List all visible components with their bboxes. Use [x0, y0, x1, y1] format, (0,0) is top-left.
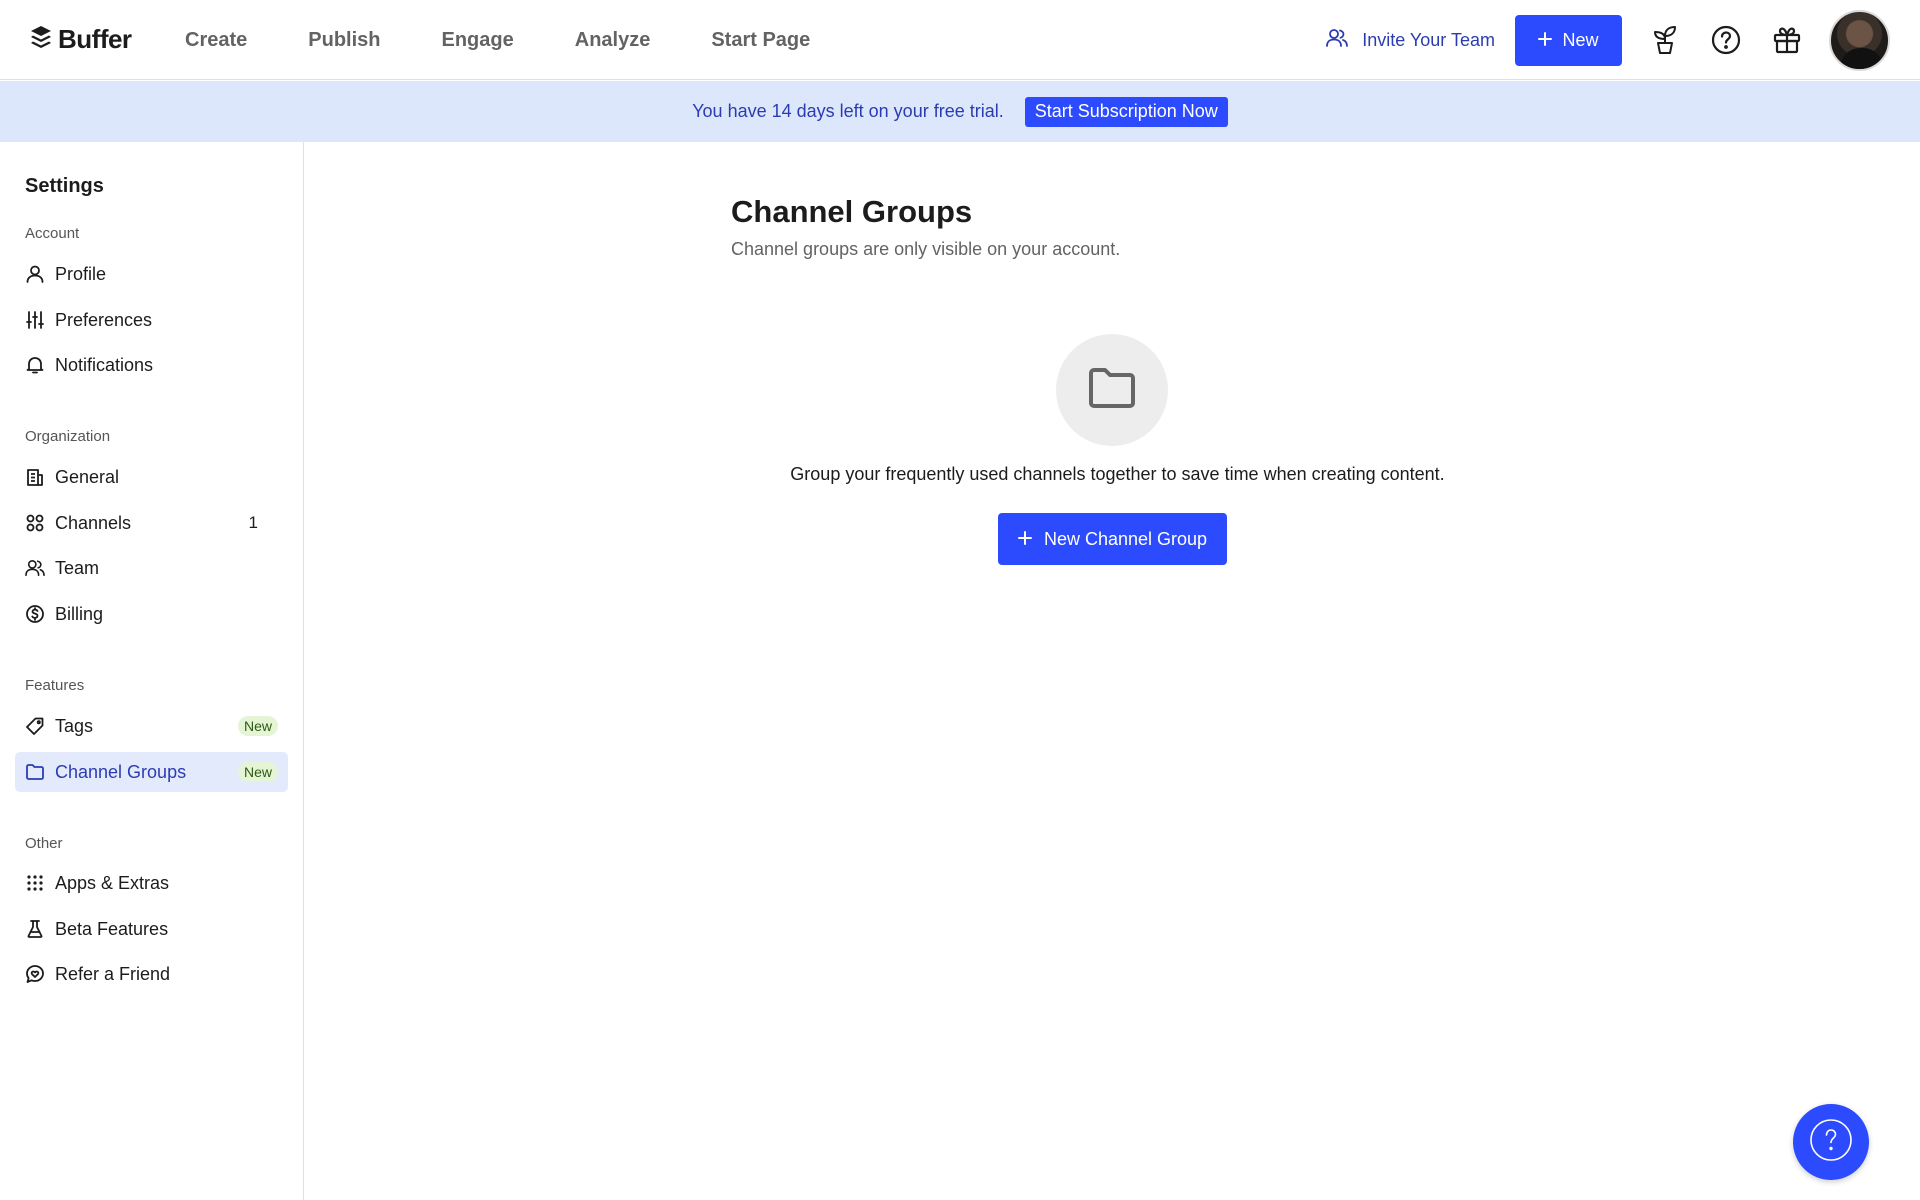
new-channel-group-label: New Channel Group — [1043, 528, 1208, 549]
sidebar-item-team[interactable]: Team — [15, 548, 288, 588]
sidebar-title: Settings — [25, 175, 104, 197]
main-content: Channel Groups Channel groups are only v… — [305, 142, 1920, 1200]
nav-start-page[interactable]: Start Page — [711, 29, 810, 52]
buffer-logo-text: Buffer — [58, 24, 132, 54]
section-organization: Organization — [25, 428, 111, 445]
sliders-icon — [25, 310, 45, 330]
user-icon — [25, 264, 45, 284]
grid-circles-icon — [25, 513, 45, 533]
sidebar-item-label: Profile — [55, 263, 107, 284]
building-icon — [25, 467, 45, 487]
sidebar-item-tags[interactable]: Tags New — [15, 706, 288, 746]
sidebar-item-general[interactable]: General — [15, 457, 288, 497]
help-icon[interactable] — [1707, 21, 1745, 59]
channels-count: 1 — [248, 513, 258, 532]
trial-banner-text: You have 14 days left on your free trial… — [692, 101, 1004, 121]
sidebar-item-preferences[interactable]: Preferences — [15, 300, 288, 340]
buffer-logo-icon — [30, 25, 52, 54]
sidebar-item-label: Notifications — [55, 354, 154, 375]
sidebar-item-label: Channels — [55, 512, 132, 533]
nav-analyze[interactable]: Analyze — [575, 29, 651, 52]
nav-engage[interactable]: Engage — [442, 29, 514, 52]
page-subtitle: Channel groups are only visible on your … — [731, 239, 1121, 259]
sidebar-item-label: Refer a Friend — [55, 963, 171, 984]
plus-icon — [1017, 529, 1032, 550]
bell-icon — [25, 355, 45, 375]
settings-sidebar: Settings Account Profile Preferences Not… — [0, 142, 304, 1200]
sidebar-item-label: General — [55, 466, 120, 487]
section-account: Account — [25, 225, 80, 242]
sidebar-item-billing[interactable]: Billing — [15, 594, 288, 634]
tag-icon — [25, 716, 45, 736]
section-other: Other — [25, 835, 63, 852]
new-channel-group-button[interactable]: New Channel Group — [998, 513, 1227, 565]
sidebar-item-apps-extras[interactable]: Apps & Extras — [15, 863, 288, 903]
nav-actions: Invite Your Team New — [1326, 0, 1890, 80]
buffer-logo[interactable]: Buffer — [30, 24, 132, 55]
empty-state-illustration — [1056, 334, 1168, 446]
primary-nav: Create Publish Engage Analyze Start Page — [185, 0, 871, 80]
sidebar-item-label: Billing — [55, 603, 104, 624]
new-badge: New — [237, 762, 278, 782]
sidebar-item-channel-groups[interactable]: Channel Groups New — [15, 752, 288, 792]
help-chat-button[interactable] — [1793, 1104, 1869, 1180]
question-icon — [1809, 1118, 1853, 1167]
sidebar-item-label: Preferences — [55, 309, 153, 330]
new-button[interactable]: New — [1515, 14, 1622, 66]
invite-team-label: Invite Your Team — [1362, 29, 1495, 50]
gift-icon[interactable] — [1768, 21, 1806, 59]
nav-publish[interactable]: Publish — [308, 29, 380, 52]
start-subscription-button[interactable]: Start Subscription Now — [1024, 96, 1228, 127]
new-badge: New — [237, 716, 278, 736]
new-button-label: New — [1562, 29, 1599, 50]
plant-icon[interactable] — [1646, 21, 1684, 59]
plus-icon — [1538, 30, 1553, 51]
sidebar-item-label: Tags — [55, 715, 94, 736]
sidebar-item-refer-friend[interactable]: Refer a Friend — [15, 954, 288, 994]
folder-icon — [25, 762, 45, 782]
nav-create[interactable]: Create — [185, 29, 247, 52]
top-nav: Buffer Create Publish Engage Analyze Sta… — [0, 0, 1920, 80]
sidebar-item-profile[interactable]: Profile — [15, 254, 288, 294]
section-features: Features — [25, 677, 85, 694]
flask-icon — [25, 919, 45, 939]
page-title: Channel Groups — [731, 194, 973, 229]
sidebar-item-label: Beta Features — [55, 918, 169, 939]
sidebar-item-beta-features[interactable]: Beta Features — [15, 909, 288, 949]
sidebar-item-label: Channel Groups — [55, 761, 187, 782]
user-avatar[interactable] — [1829, 9, 1890, 71]
sidebar-item-label: Team — [55, 557, 100, 578]
empty-state-text: Group your frequently used channels toge… — [790, 464, 1445, 484]
users-icon — [25, 558, 45, 578]
invite-team-link[interactable]: Invite Your Team — [1326, 28, 1495, 53]
sidebar-item-label: Apps & Extras — [55, 872, 170, 893]
apps-grid-icon — [25, 873, 45, 893]
chat-heart-icon — [25, 964, 45, 984]
folder-icon — [1088, 367, 1136, 414]
trial-banner: You have 14 days left on your free trial… — [0, 81, 1920, 142]
sidebar-item-notifications[interactable]: Notifications — [15, 345, 288, 385]
sidebar-item-channels[interactable]: Channels 1 — [15, 503, 288, 543]
dollar-circle-icon — [25, 604, 45, 624]
users-icon — [1326, 28, 1349, 53]
